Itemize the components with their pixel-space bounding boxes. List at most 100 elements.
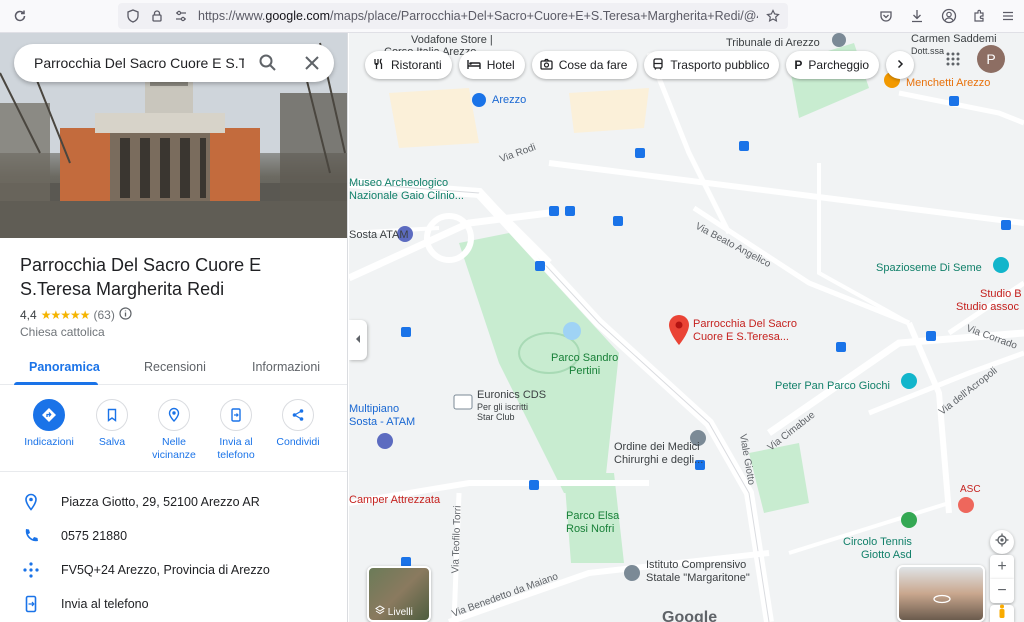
account-icon[interactable] — [940, 7, 958, 25]
street-view-pegman-button[interactable] — [990, 604, 1014, 622]
avatar[interactable]: P — [977, 45, 1005, 73]
save-button[interactable]: Salva — [82, 399, 142, 449]
send-to-phone-icon — [220, 399, 252, 431]
directions-label: Indicazioni — [24, 436, 74, 448]
place-map-label[interactable]: Parrocchia Del Sacro — [693, 318, 797, 331]
share-button[interactable]: Condividi — [268, 399, 328, 449]
camera-icon — [540, 58, 553, 73]
map-label[interactable]: Sosta - ATAM — [349, 416, 415, 429]
map-label[interactable]: Chirurghi e degli... — [614, 454, 703, 467]
info-icon[interactable] — [119, 307, 132, 323]
chip-transit[interactable]: Trasporto pubblico — [644, 51, 780, 79]
map-label[interactable]: Multipiano — [349, 403, 399, 416]
chips-next-button[interactable] — [886, 51, 915, 79]
map-label[interactable]: ASC — [960, 483, 981, 496]
map-label[interactable]: Studio assoc — [956, 301, 1019, 314]
map-label[interactable]: Istituto Comprensivo — [646, 559, 746, 572]
collapse-panel-button[interactable] — [349, 320, 367, 360]
street-view-thumbnail[interactable] — [897, 565, 985, 622]
tab-informazioni[interactable]: Informazioni — [252, 360, 320, 374]
extensions-icon[interactable] — [970, 7, 988, 25]
chevron-right-icon — [895, 58, 905, 72]
map-label[interactable]: Nazionale Gaio Cilnio... — [349, 190, 464, 203]
directions-button[interactable]: Indicazioni — [19, 399, 79, 449]
place-map-label[interactable]: Cuore E S.Teresa... — [693, 331, 789, 344]
map-label[interactable]: Arezzo — [492, 94, 526, 107]
menu-icon[interactable] — [999, 7, 1017, 25]
crosshair-icon — [995, 533, 1009, 552]
download-icon[interactable] — [908, 7, 926, 25]
map-label[interactable]: Camper Attrezzata — [349, 494, 440, 507]
address-row[interactable]: Piazza Giotto, 29, 52100 Arezzo AR — [0, 485, 347, 519]
reload-icon[interactable] — [11, 7, 29, 25]
map-label[interactable]: Giotto Asd — [861, 549, 912, 562]
bookmark-star-icon[interactable] — [764, 7, 782, 25]
address-text: Piazza Giotto, 29, 52100 Arezzo AR — [61, 495, 260, 509]
chip-things-to-do[interactable]: Cose da fare — [531, 51, 638, 79]
map-label[interactable]: Star Club — [477, 411, 515, 424]
permissions-icon[interactable] — [172, 7, 190, 25]
pegman-icon — [997, 604, 1007, 622]
zoom-out-button[interactable]: − — [990, 579, 1014, 603]
send-to-phone-button[interactable]: Invia al telefono — [206, 399, 266, 462]
map-label[interactable]: Sosta ATAM — [349, 229, 409, 242]
place-photo[interactable]: Parrocchia Del Sacro Cuore E S.Teres — [0, 33, 347, 238]
map-label[interactable]: Parco Sandro — [551, 352, 618, 365]
rating-row[interactable]: 4,4 ★★★★★ (63) — [20, 307, 132, 323]
layers-button[interactable]: Livelli — [367, 566, 431, 622]
restaurant-icon — [373, 57, 385, 73]
search-input[interactable]: Parrocchia Del Sacro Cuore E S.Teres — [34, 55, 244, 71]
send-to-phone-icon — [22, 595, 40, 613]
map-label[interactable]: Circolo Tennis — [843, 536, 912, 549]
map-label[interactable]: Studio B — [980, 288, 1022, 301]
apps-grid-icon[interactable] — [945, 51, 961, 67]
lock-icon[interactable] — [148, 7, 166, 25]
place-title: Parrocchia Del Sacro Cuore E S.Teresa Ma… — [20, 255, 262, 299]
nearby-button[interactable]: Nelle vicinanze — [144, 399, 204, 462]
map-label[interactable]: Menchetti Arezzo — [906, 77, 990, 90]
map-label[interactable]: Spazioseme Di Seme — [876, 262, 982, 275]
place-panel: Parrocchia Del Sacro Cuore E S.Teres Par… — [0, 33, 348, 622]
close-icon[interactable] — [301, 52, 323, 74]
my-location-button[interactable] — [990, 530, 1014, 554]
map-label[interactable]: Dott.ssa — [911, 45, 944, 58]
url-bar[interactable]: https://www.google.com/maps/place/Parroc… — [118, 3, 788, 29]
nearby-label: Nelle vicinanze — [152, 436, 196, 461]
map-label[interactable]: Museo Archeologico — [349, 177, 448, 190]
active-tab-indicator — [14, 382, 98, 385]
chip-hotel[interactable]: Hotel — [458, 51, 525, 79]
review-count[interactable]: (63) — [93, 308, 114, 322]
send-to-phone-row[interactable]: Invia al telefono — [0, 587, 347, 621]
chip-parking[interactable]: P Parcheggio — [786, 51, 880, 79]
map-label[interactable]: Parco Elsa — [566, 510, 619, 523]
road-label: Via Teofilo Torri — [450, 505, 464, 574]
send-to-phone-text: Invia al telefono — [61, 597, 149, 611]
layers-label: Livelli — [375, 605, 413, 618]
google-logo: Google — [662, 609, 718, 622]
map-label[interactable]: Pertini — [569, 365, 600, 378]
phone-row[interactable]: 0575 21880 — [0, 519, 347, 553]
plus-code-row[interactable]: FV5Q+24 Arezzo, Provincia di Arezzo — [0, 553, 347, 587]
minus-icon: − — [997, 582, 1007, 599]
search-box[interactable]: Parrocchia Del Sacro Cuore E S.Teres — [14, 44, 334, 82]
search-icon[interactable] — [257, 52, 279, 74]
map-label[interactable]: Statale "Margaritone" — [646, 572, 750, 585]
map-label[interactable]: Rosi Nofri — [566, 523, 614, 536]
map-label[interactable]: Tribunale di Arezzo — [726, 37, 820, 50]
chip-restaurants[interactable]: Ristoranti — [365, 51, 452, 79]
save-label: Salva — [98, 436, 126, 448]
map-canvas[interactable]: Vodafone Store | Corso Italia Arezzo Tri… — [349, 33, 1024, 622]
tab-panoramica[interactable]: Panoramica — [29, 360, 100, 374]
pocket-icon[interactable] — [877, 7, 895, 25]
map-label[interactable]: Peter Pan Parco Giochi — [775, 380, 890, 393]
shield-icon[interactable] — [124, 7, 142, 25]
divider — [0, 471, 347, 472]
zoom-in-button[interactable]: + — [990, 555, 1014, 579]
tab-recensioni[interactable]: Recensioni — [144, 360, 206, 374]
plus-code-text: FV5Q+24 Arezzo, Provincia di Arezzo — [61, 563, 270, 577]
place-category[interactable]: Chiesa cattolica — [20, 325, 105, 339]
chip-label: Hotel — [486, 58, 515, 72]
map-label[interactable]: Ordine dei Medici — [614, 441, 700, 454]
tab-bar: Panoramica Recensioni Informazioni — [0, 351, 347, 385]
chip-label: Ristoranti — [391, 58, 442, 72]
